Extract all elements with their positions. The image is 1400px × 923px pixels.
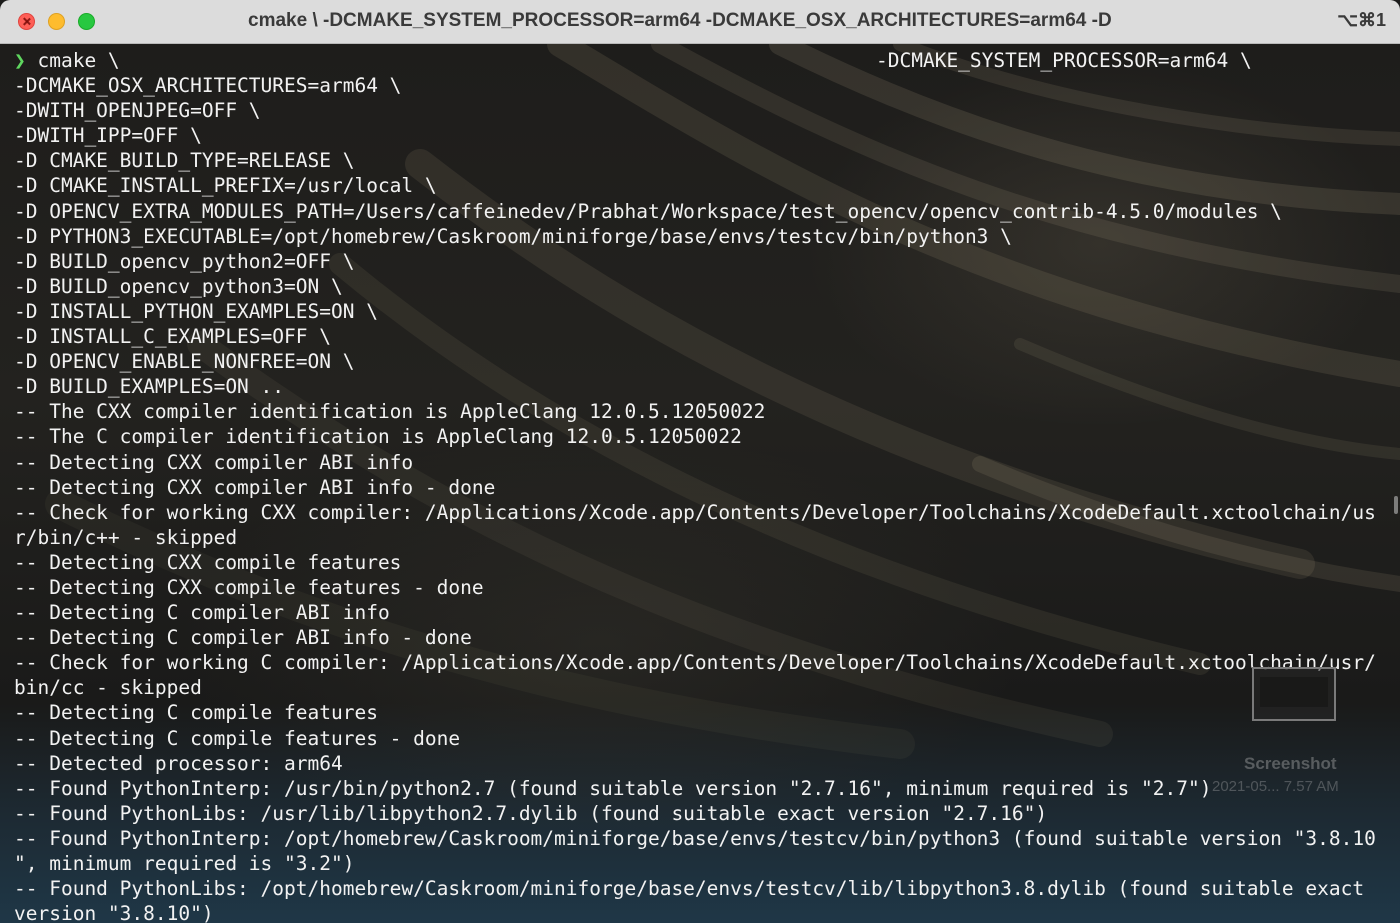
output-line: -- Check for working C compiler: /Applic… [14, 651, 1376, 675]
output-line: -- Found PythonLibs: /usr/lib/libpython2… [14, 801, 1048, 825]
output-line: -- The C compiler identification is Appl… [14, 425, 742, 449]
output-line: -- Found PythonInterp: /usr/bin/python2.… [14, 776, 1212, 800]
screenshot-thumbnail-label: Screenshot [1244, 754, 1337, 773]
output-line: bin/cc - skipped [14, 676, 202, 700]
screenshot-thumbnail[interactable] [1252, 667, 1336, 721]
output-line: -- Detecting CXX compile features - done [14, 575, 484, 599]
output-line: -D BUILD_opencv_python3=ON \ [14, 274, 343, 298]
command-text-continued: -DCMAKE_SYSTEM_PROCESSOR=arm64 \ [876, 49, 1252, 72]
output-line: -- Detected processor: arm64 [14, 751, 343, 775]
output-line: -- Check for working CXX compiler: /Appl… [14, 500, 1376, 524]
output-line: -- Found PythonInterp: /opt/homebrew/Cas… [14, 826, 1376, 850]
output-line: -D INSTALL_PYTHON_EXAMPLES=ON \ [14, 299, 378, 323]
output-line: -- Detecting CXX compile features [14, 550, 402, 574]
output-line: version "3.8.10") [14, 902, 214, 923]
output-line: -- Found PythonLibs: /opt/homebrew/Caskr… [14, 877, 1365, 901]
command-text: cmake \ [25, 49, 120, 72]
terminal-lines: ❯ cmake \ -DCMAKE_SYSTEM_PROCESSOR=arm64 … [14, 48, 1390, 923]
output-line: -- Detecting CXX compiler ABI info [14, 450, 414, 474]
output-line: -D BUILD_EXAMPLES=ON .. [14, 375, 285, 399]
close-window-button[interactable] [18, 13, 35, 30]
output-line: -D INSTALL_C_EXAMPLES=OFF \ [14, 325, 331, 349]
output-line: -D OPENCV_ENABLE_NONFREE=ON \ [14, 350, 355, 374]
terminal-output-area[interactable]: ❯ cmake \ -DCMAKE_SYSTEM_PROCESSOR=arm64 … [0, 44, 1400, 923]
title-bar[interactable]: cmake \ -DCMAKE_SYSTEM_PROCESSOR=arm64 -… [0, 0, 1400, 44]
output-line: -D OPENCV_EXTRA_MODULES_PATH=/Users/caff… [14, 199, 1282, 223]
output-line: -D CMAKE_BUILD_TYPE=RELEASE \ [14, 149, 355, 173]
output-line: -DWITH_OPENJPEG=OFF \ [14, 99, 261, 123]
output-line: -D CMAKE_INSTALL_PREFIX=/usr/local \ [14, 174, 437, 198]
output-line: -- Detecting C compiler ABI info - done [14, 626, 472, 650]
output-line: -D BUILD_opencv_python2=OFF \ [14, 249, 355, 273]
output-line: -- Detecting C compiler ABI info [14, 601, 390, 625]
minimize-window-button[interactable] [48, 13, 65, 30]
output-line: -- Detecting CXX compiler ABI info - don… [14, 475, 496, 499]
screenshot-thumbnail-date: 2021-05... 7.57 AM [1212, 778, 1339, 795]
output-line: r/bin/c++ - skipped [14, 525, 238, 549]
output-line: -DCMAKE_OSX_ARCHITECTURES=arm64 \ [14, 74, 402, 98]
window-shortcut-indicator: ⌥⌘1 [1337, 10, 1386, 30]
output-line: -- Detecting C compile features [14, 701, 378, 725]
thumbnail-preview [1260, 677, 1328, 707]
output-line: ", minimum required is "3.2") [14, 852, 355, 875]
window-title: cmake \ -DCMAKE_SYSTEM_PROCESSOR=arm64 -… [248, 10, 1112, 31]
output-line: -DWITH_IPP=OFF \ [14, 124, 202, 148]
scrollbar-thumb[interactable] [1394, 496, 1398, 514]
prompt-symbol: ❯ [14, 49, 26, 72]
command-line-first: ❯ cmake \ -DCMAKE_SYSTEM_PROCESSOR=arm64 … [14, 48, 1390, 73]
output-line: -- Detecting C compile features - done [14, 726, 461, 750]
output-line: -D PYTHON3_EXECUTABLE=/opt/homebrew/Cask… [14, 224, 1012, 248]
zoom-window-button[interactable] [78, 13, 95, 30]
output-line: -- The CXX compiler identification is Ap… [14, 400, 766, 424]
terminal-window: cmake \ -DCMAKE_SYSTEM_PROCESSOR=arm64 -… [0, 0, 1400, 923]
